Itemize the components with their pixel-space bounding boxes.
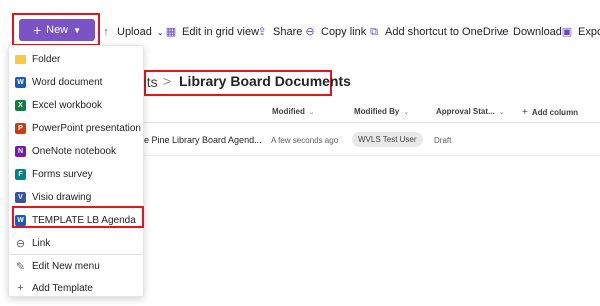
menu-item-label: Edit New menu [32, 260, 100, 272]
copy-link-label: Copy link [321, 26, 367, 38]
download-label: Download [513, 26, 562, 38]
add-shortcut-button[interactable]: ⧉ Add shortcut to OneDrive [368, 14, 509, 50]
menu-item-label: Word document [32, 76, 103, 88]
column-modified-by-label: Modified By [354, 107, 400, 116]
page-title: Library Board Documents [179, 73, 351, 89]
visio-icon: V [15, 191, 26, 203]
row-divider [140, 155, 600, 156]
chevron-down-icon: ⌄ [403, 108, 410, 116]
add-shortcut-label: Add shortcut to OneDrive [385, 26, 509, 38]
new-dropdown-menu: Folder W Word document X Excel workbook … [8, 45, 144, 297]
edit-grid-view-button[interactable]: ▦ Edit in grid view [165, 14, 259, 50]
upload-icon: ↑ [103, 25, 109, 38]
menu-item-label: Excel workbook [32, 99, 103, 111]
breadcrumb-separator: > [163, 73, 172, 89]
modified-cell: A few seconds ago [271, 136, 339, 145]
folder-icon [15, 54, 26, 64]
menu-item-label: Forms survey [32, 168, 93, 180]
edit-grid-label: Edit in grid view [182, 26, 260, 38]
menu-item-folder[interactable]: Folder [9, 48, 143, 70]
header-divider [140, 122, 600, 123]
forms-icon: F [15, 168, 26, 180]
download-icon: ↓ [499, 25, 505, 38]
download-button[interactable]: ↓ Download [496, 14, 562, 50]
menu-item-label: PowerPoint presentation [32, 122, 141, 134]
onenote-icon: N [15, 145, 26, 157]
share-label: Share [273, 26, 303, 38]
powerpoint-icon: P [15, 122, 26, 134]
upload-label: Upload [117, 26, 152, 38]
menu-item-word-document[interactable]: W Word document [9, 71, 143, 93]
share-button[interactable]: ⇪ Share [256, 14, 302, 50]
pencil-icon: ✎ [15, 260, 26, 273]
approval-status-cell: Draft [434, 136, 452, 145]
menu-item-label: Link [32, 237, 51, 249]
menu-item-visio-drawing[interactable]: V Visio drawing [9, 186, 143, 208]
menu-item-powerpoint[interactable]: P PowerPoint presentation [9, 117, 143, 139]
menu-item-edit-new-menu[interactable]: ✎ Edit New menu [9, 255, 143, 277]
column-header-modified-by[interactable]: Modified By ⌄ [354, 107, 409, 116]
grid-icon: ▦ [165, 25, 177, 38]
modified-by-badge[interactable]: WVLS Test User [352, 132, 423, 147]
menu-item-label: Add Template [32, 282, 93, 294]
chevron-down-icon: ⌄ [156, 27, 164, 37]
column-modified-label: Modified [272, 107, 305, 116]
share-icon: ⇪ [257, 25, 267, 38]
menu-item-add-template[interactable]: + Add Template [9, 277, 143, 299]
link-icon: ⊖ [15, 237, 26, 250]
column-header-modified[interactable]: Modified ⌄ [272, 107, 315, 116]
copy-link-button[interactable]: ⊖ Copy link [304, 14, 366, 50]
export-icon: ▣ [561, 25, 573, 38]
excel-icon: X [15, 99, 26, 111]
template-item-highlight [12, 206, 144, 228]
plus-icon: + [17, 282, 24, 294]
menu-item-forms-survey[interactable]: F Forms survey [9, 163, 143, 185]
chevron-down-icon: ⌄ [308, 108, 315, 116]
menu-item-onenote[interactable]: N OneNote notebook [9, 140, 143, 162]
word-icon: W [15, 76, 26, 88]
link-icon: ⊖ [305, 25, 315, 38]
chevron-down-icon: ⌄ [498, 108, 505, 116]
file-name-link[interactable]: e Pine Library Board Agend... [144, 135, 262, 145]
plus-icon: + [522, 107, 528, 118]
menu-item-excel-workbook[interactable]: X Excel workbook [9, 94, 143, 116]
export-label: Expor [578, 26, 600, 38]
add-column-button[interactable]: + Add column [522, 107, 578, 118]
menu-item-label: Folder [32, 53, 61, 65]
menu-item-label: OneNote notebook [32, 145, 116, 157]
add-column-label: Add column [531, 108, 579, 117]
sharepoint-library-page: + New ▼ ↑ Upload ⌄ ▦ Edit in grid view ⇪… [0, 0, 600, 306]
column-header-approval-status[interactable]: Approval Stat... ⌄ [436, 107, 505, 116]
menu-item-link[interactable]: ⊖ Link [9, 232, 143, 254]
shortcut-icon: ⧉ [370, 25, 378, 38]
export-button[interactable]: ▣ Expor [561, 14, 600, 50]
menu-item-label: Visio drawing [32, 191, 92, 203]
column-approval-label: Approval Stat... [436, 107, 495, 116]
